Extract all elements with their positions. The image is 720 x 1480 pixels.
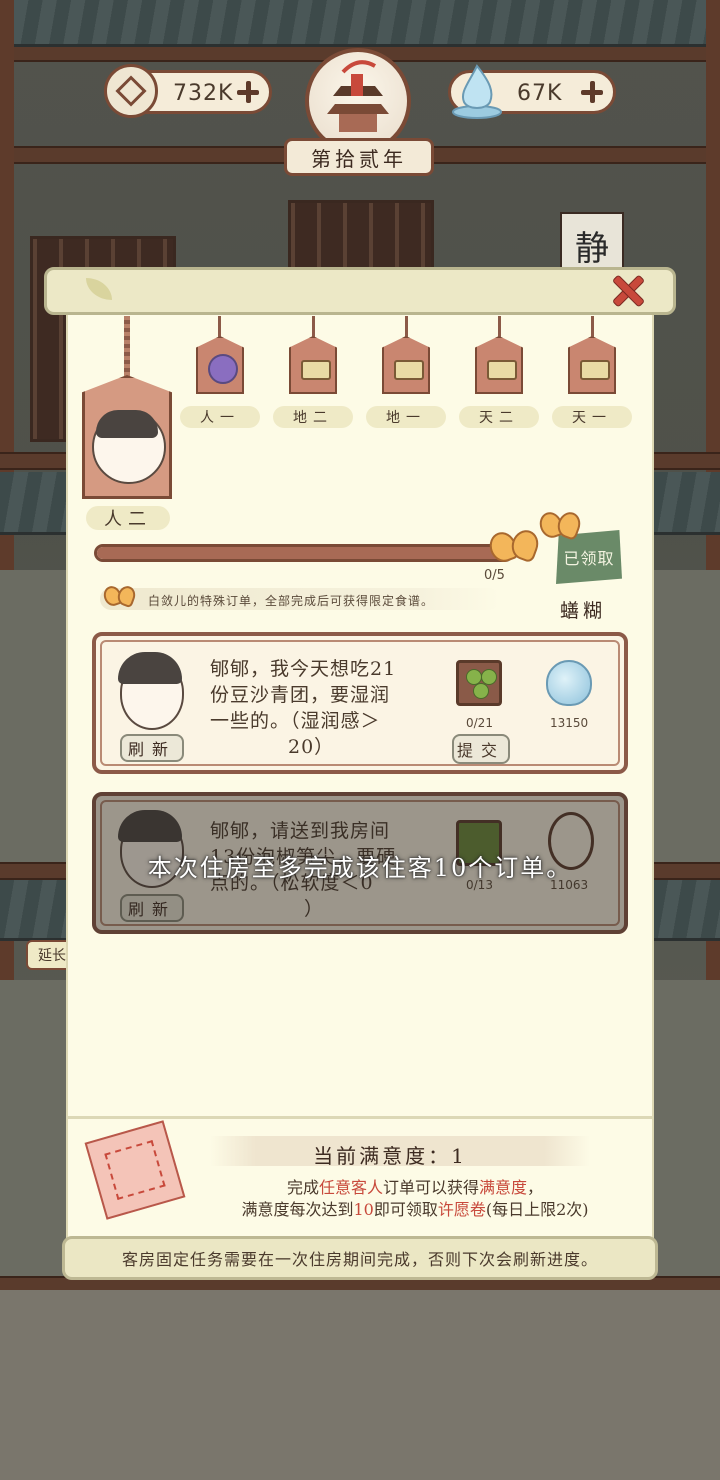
order-text: 郇郇，我今天想吃21 份豆沙青团，要湿润 一些的。（湿润感＞ 20） [210, 656, 396, 760]
special-order-note: 白敛儿的特殊订单，全部完成后可获得限定食谱。 [148, 594, 435, 608]
scroll-top-rod [44, 267, 676, 315]
water-amount: 67K [517, 81, 563, 106]
room-tag[interactable] [568, 336, 616, 394]
item-progress: 0/21 [466, 716, 493, 730]
room-tag-label: 地一 [366, 406, 446, 428]
water-drop-icon [450, 62, 504, 120]
coin-icon [104, 64, 158, 118]
fruit-icon [208, 354, 238, 384]
guest-hair [96, 410, 158, 438]
footer-note: 客房固定任务需要在一次住房期间完成，否则下次会刷新进度。 [62, 1236, 658, 1280]
add-water-icon[interactable] [581, 81, 603, 103]
current-room-label: 人二 [86, 506, 170, 530]
submit-order-button[interactable]: 提交 [452, 734, 510, 764]
tray-icon [487, 360, 517, 380]
tag-string [498, 316, 501, 338]
room-tag[interactable] [289, 336, 337, 394]
satisfaction-rule: 完成任意客人订单可以获得满意度， [286, 1178, 544, 1197]
progress-fill [97, 547, 511, 559]
tag-string [405, 316, 408, 338]
progress-count: 0/5 [484, 568, 505, 583]
room-tag[interactable] [196, 336, 244, 394]
roof-eave [0, 0, 720, 47]
order-progress-bar [94, 544, 514, 562]
tag-string [312, 316, 315, 338]
year-banner: 第拾贰年 [284, 138, 434, 176]
order-text-line: 一些的。（湿润感＞ [210, 710, 381, 732]
coin-amount: 732K [173, 81, 234, 106]
water-reward-icon [546, 660, 592, 706]
tag-string [591, 316, 594, 338]
order-limit-toast: 本次住房至多完成该住客10个订单。 [147, 854, 573, 882]
tray-icon [301, 360, 331, 380]
room-tag[interactable] [382, 336, 430, 394]
order-text-line: 20） [288, 736, 335, 758]
room-tag-label: 天二 [459, 406, 539, 428]
satisfaction-title: 当前满意度：1 [313, 1144, 467, 1168]
satisfaction-rule: 满意度每次达到10即可领取许愿卷(每日上限2次) [241, 1200, 589, 1219]
empty-bottom-area [0, 1290, 720, 1480]
butterfly-icon [536, 509, 584, 546]
butterfly-icon [101, 583, 138, 610]
wall [654, 570, 720, 870]
room-tag-label: 人一 [180, 406, 260, 428]
tray-icon [394, 360, 424, 380]
room-tag-label: 天一 [552, 406, 632, 428]
tray-icon [580, 360, 610, 380]
room-tag-label: 地二 [273, 406, 353, 428]
reward-recipe-name: 蟮糊 [560, 600, 607, 622]
dish-icon [456, 660, 502, 706]
refresh-order-button[interactable]: 刷新 [120, 734, 184, 762]
wall [654, 980, 720, 1280]
tag-string [218, 316, 221, 338]
room-tag[interactable] [475, 336, 523, 394]
order-text-line: 份豆沙青团，要湿润 [210, 684, 391, 706]
reward-amount: 13150 [550, 716, 589, 730]
order-text-line: 郇郇，我今天想吃21 [210, 658, 397, 680]
wall [0, 570, 66, 870]
wall [0, 980, 66, 1280]
section-divider [66, 1116, 654, 1119]
butterfly-icon [485, 526, 543, 572]
close-button[interactable] [607, 270, 647, 310]
window-shutter [288, 200, 434, 276]
add-coins-icon[interactable] [237, 81, 259, 103]
